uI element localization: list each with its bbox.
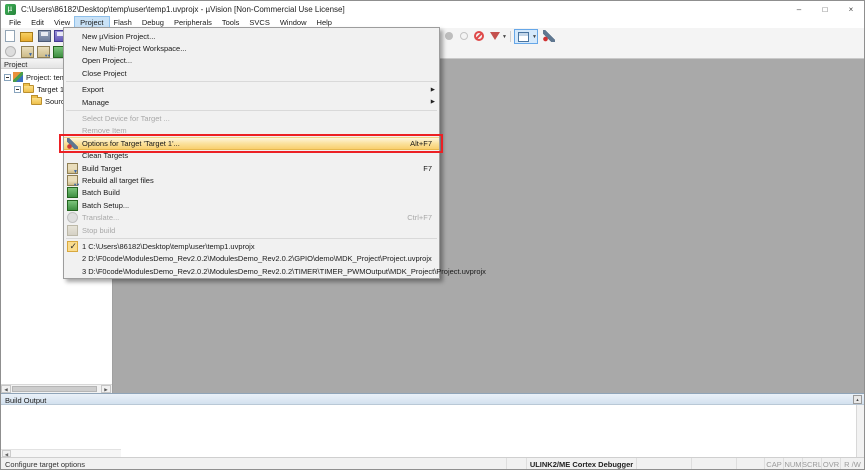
translate-file-icon[interactable]: [5, 46, 16, 57]
maximize-button[interactable]: □: [812, 1, 838, 17]
workspace-icon: [13, 72, 23, 82]
menu-item-export[interactable]: Export: [64, 84, 439, 96]
checkmark-icon: [67, 241, 78, 252]
menu-item-batch-build[interactable]: Batch Build: [64, 187, 439, 199]
uvision-window: C:\Users\86182\Desktop\temp\user\temp1.u…: [0, 0, 865, 470]
menu-item-options-for-target[interactable]: Options for Target 'Target 1'... Alt+F7: [64, 137, 439, 149]
blank-icon: [67, 125, 78, 136]
status-cell: [736, 458, 764, 470]
target-options-caret-icon: ▼: [532, 34, 537, 40]
build-output-header: Build Output ▲: [1, 393, 864, 405]
blank-icon: [67, 31, 78, 42]
kill-breakpoints-icon[interactable]: [474, 31, 484, 41]
title-bar: C:\Users\86182\Desktop\temp\user\temp1.u…: [1, 1, 864, 17]
scroll-up-icon[interactable]: ▲: [853, 395, 862, 404]
scroll-right-icon[interactable]: ▶: [101, 385, 111, 393]
scrollbar-thumb[interactable]: [12, 386, 97, 392]
menu-separator: [66, 238, 437, 239]
batch-setup-icon: [67, 200, 78, 211]
blank-icon: [67, 84, 78, 95]
rebuild-all-icon[interactable]: [37, 46, 50, 58]
blank-icon: [67, 43, 78, 54]
blank-icon: [67, 150, 78, 161]
menu-item-recent-project-2[interactable]: 2 D:\F0code\ModulesDemo_Rev2.0.2\Modules…: [64, 253, 439, 265]
status-rw-indicator: R /W: [840, 458, 864, 470]
status-cell: [691, 458, 736, 470]
menu-item-open-project[interactable]: Open Project...: [64, 55, 439, 67]
build-output-content: ◀: [1, 405, 864, 457]
status-caps-indicator: CAP: [764, 458, 783, 470]
rebuild-all-icon: [67, 175, 78, 186]
project-menu-dropdown: New µVision Project... New Multi-Project…: [63, 27, 440, 279]
build-target-icon[interactable]: [21, 46, 34, 58]
status-cell: [636, 458, 691, 470]
filter-icon[interactable]: [490, 32, 500, 40]
menu-item-recent-project-3[interactable]: 3 D:\F0code\ModulesDemo_Rev2.0.2\Modules…: [64, 265, 439, 277]
scroll-left-icon[interactable]: ◀: [1, 385, 11, 393]
build-output-title: Build Output: [5, 396, 46, 405]
build-output-vscrollbar[interactable]: [856, 405, 864, 457]
blank-icon: [67, 266, 78, 277]
menu-file[interactable]: File: [4, 17, 26, 28]
target-folder-icon: [23, 85, 34, 93]
minimize-button[interactable]: –: [786, 1, 812, 17]
menu-item-rebuild-all[interactable]: Rebuild all target files: [64, 174, 439, 186]
collapse-icon[interactable]: [14, 86, 21, 93]
stop-build-icon: [67, 225, 78, 236]
project-panel-hscrollbar[interactable]: ◀ ▶: [1, 384, 112, 393]
build-target-icon: [67, 163, 78, 174]
menu-item-stop-build[interactable]: Stop build: [64, 224, 439, 236]
menu-item-new-multi-project-workspace[interactable]: New Multi-Project Workspace...: [64, 42, 439, 54]
target-window-icon: [518, 32, 529, 42]
menu-item-clean-targets[interactable]: Clean Targets: [64, 150, 439, 162]
translate-icon: [67, 212, 78, 223]
breakpoint-gray-icon[interactable]: [445, 32, 453, 40]
menu-item-recent-project-1[interactable]: 1 C:\Users\86182\Desktop\temp\user\temp1…: [64, 240, 439, 252]
menu-item-select-device-for-target[interactable]: Select Device for Target ...: [64, 112, 439, 124]
blank-icon: [67, 97, 78, 108]
target-options-button[interactable]: ▼: [514, 29, 538, 44]
status-message: Configure target options: [1, 460, 506, 469]
build-output-hscrollbar[interactable]: ◀: [1, 449, 121, 457]
close-button[interactable]: ×: [838, 1, 864, 17]
status-ovr-indicator: OVR: [821, 458, 840, 470]
batch-build-icon: [67, 187, 78, 198]
filter-caret-icon[interactable]: ▼: [502, 34, 507, 40]
menu-item-remove-item[interactable]: Remove Item: [64, 125, 439, 137]
tree-item-label: Target 1: [37, 85, 64, 94]
menu-item-new-uvision-project[interactable]: New µVision Project...: [64, 30, 439, 42]
status-scrl-indicator: SCRL: [802, 458, 821, 470]
menu-item-manage[interactable]: Manage: [64, 96, 439, 108]
blank-icon: [67, 253, 78, 264]
menu-item-close-project[interactable]: Close Project: [64, 67, 439, 79]
toolbar-separator: [510, 31, 511, 42]
status-num-indicator: NUM: [783, 458, 802, 470]
scroll-left-icon[interactable]: ◀: [2, 450, 11, 457]
blank-icon: [67, 68, 78, 79]
save-icon[interactable]: [38, 30, 51, 42]
configure-wrench-icon[interactable]: [543, 30, 555, 42]
status-debugger: ULINK2/ME Cortex Debugger: [526, 458, 636, 470]
status-cell: [506, 458, 526, 470]
menu-item-build-target[interactable]: Build Target F7: [64, 162, 439, 174]
menu-separator: [66, 81, 437, 82]
breakpoint-outline-icon[interactable]: [460, 32, 468, 40]
blank-icon: [67, 55, 78, 66]
menu-item-batch-setup[interactable]: Batch Setup...: [64, 199, 439, 211]
new-file-icon[interactable]: [5, 30, 15, 42]
options-wand-icon: [67, 138, 78, 149]
menu-edit[interactable]: Edit: [26, 17, 49, 28]
status-bar: Configure target options ULINK2/ME Corte…: [1, 457, 864, 470]
source-folder-icon: [31, 97, 42, 105]
menu-separator: [66, 110, 437, 111]
window-title: C:\Users\86182\Desktop\temp\user\temp1.u…: [21, 5, 345, 14]
blank-icon: [67, 113, 78, 124]
collapse-icon[interactable]: [4, 74, 11, 81]
open-folder-icon[interactable]: [20, 32, 33, 42]
uvision-app-icon: [5, 4, 16, 15]
menu-item-translate[interactable]: Translate... Ctrl+F7: [64, 211, 439, 223]
